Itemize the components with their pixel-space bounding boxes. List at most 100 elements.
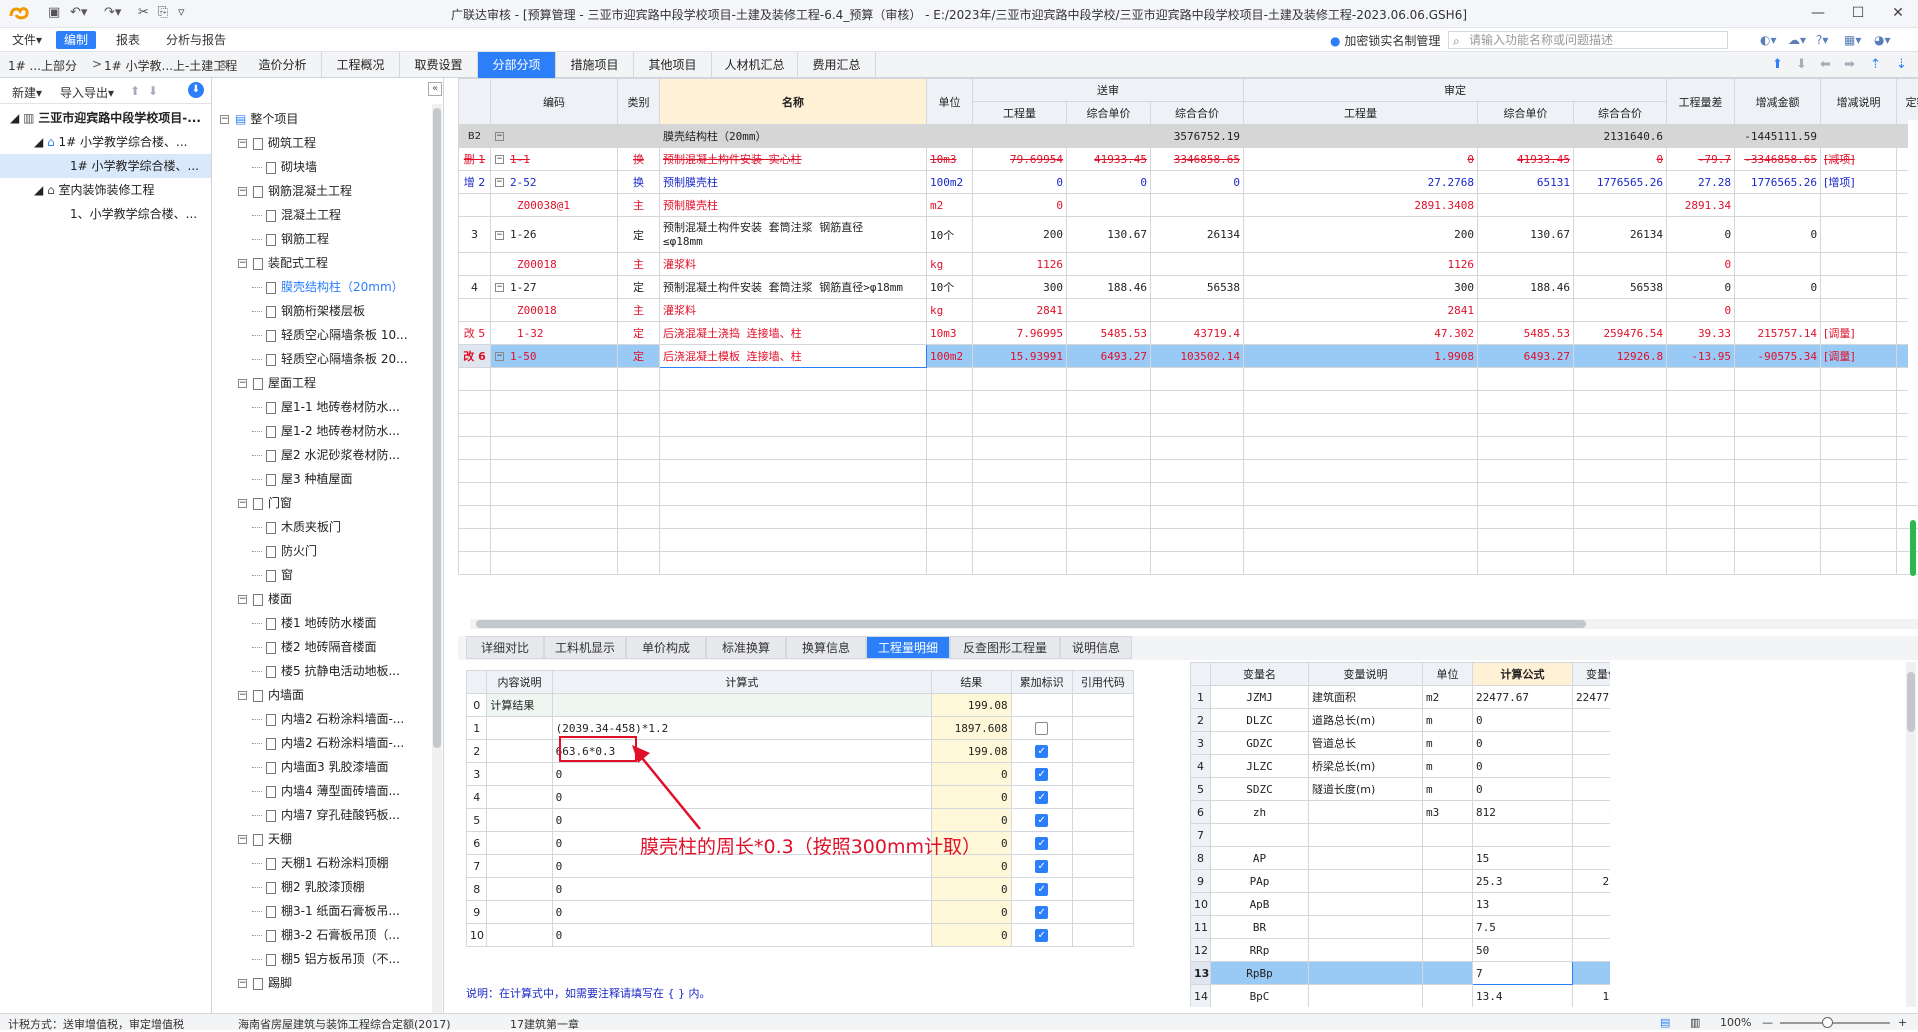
cell-a-price[interactable]: 130.67	[1478, 217, 1574, 253]
cell-name[interactable]: 灌浆料	[660, 299, 927, 322]
cell-note[interactable]	[1821, 125, 1897, 148]
accumulate-checkbox[interactable]	[1035, 722, 1048, 735]
calc-row[interactable]: 500✓	[467, 809, 1134, 832]
tab-reverse-graphic[interactable]: 反查图形工程量	[950, 636, 1060, 659]
calc-result[interactable]: 199.08	[932, 694, 1012, 717]
var-name[interactable]: BpC	[1211, 985, 1309, 1008]
var-name[interactable]: AP	[1211, 847, 1309, 870]
var-formula[interactable]: 0	[1473, 755, 1573, 778]
cell-qty-diff[interactable]: 27.28	[1667, 171, 1735, 194]
calc-formula[interactable]: 0	[552, 786, 931, 809]
var-desc[interactable]: 道路总长(m)	[1309, 709, 1423, 732]
calc-accum[interactable]: ✓	[1011, 901, 1072, 924]
tree-leaf[interactable]: 内墙2 石粉涂料墙面-...	[252, 732, 404, 754]
cell-amt-diff[interactable]: 215757.14	[1735, 322, 1821, 345]
var-value[interactable]: 22477.67	[1573, 686, 1611, 709]
cell-s-qty[interactable]: 79.69954	[973, 148, 1067, 171]
cell-note[interactable]: [增项]	[1821, 171, 1897, 194]
feature-search-input[interactable]: ⌕请输入功能名称或问题描述	[1448, 31, 1728, 49]
cell-s-total[interactable]	[1151, 299, 1244, 322]
cell-cat[interactable]: 换	[618, 148, 660, 171]
cell-a-qty[interactable]	[1244, 125, 1478, 148]
cell-cat[interactable]	[618, 125, 660, 148]
calc-result[interactable]: 0	[932, 809, 1012, 832]
cell-s-total[interactable]: 43719.4	[1151, 322, 1244, 345]
calc-row[interactable]: 800✓	[467, 878, 1134, 901]
var-unit[interactable]	[1423, 916, 1473, 939]
cell-qty-diff[interactable]: -79.7	[1667, 148, 1735, 171]
cell-a-total[interactable]	[1574, 194, 1667, 217]
variable-row[interactable]: 13RpBp77	[1191, 962, 1611, 985]
tree-leaf[interactable]: 内墙2 石粉涂料墙面-...	[252, 708, 404, 730]
var-desc[interactable]	[1309, 847, 1423, 870]
cell-cat[interactable]: 主	[618, 194, 660, 217]
var-formula[interactable]	[1473, 824, 1573, 847]
col-amount-diff-header[interactable]: 增减金额	[1735, 79, 1821, 125]
cell-a-qty[interactable]: 2891.3408	[1244, 194, 1478, 217]
var-formula[interactable]: 15	[1473, 847, 1573, 870]
cell-cat[interactable]: 定	[618, 345, 660, 368]
var-formula[interactable]: 812	[1473, 801, 1573, 824]
cell-s-price[interactable]	[1067, 299, 1151, 322]
calc-ref[interactable]	[1072, 717, 1133, 740]
cell-cat[interactable]: 换	[618, 171, 660, 194]
project-subunit-selected[interactable]: 1# 小学教学综合楼、...	[0, 154, 211, 178]
cell-code[interactable]: Z00018	[491, 253, 618, 276]
menu-file[interactable]: 文件▾	[4, 31, 50, 49]
variable-row[interactable]: 11BR7.57.5	[1191, 916, 1611, 939]
tab-detail-compare[interactable]: 详细对比	[466, 636, 544, 659]
cell-s-price[interactable]	[1067, 125, 1151, 148]
collapse-icon[interactable]: −	[238, 187, 247, 196]
tree-leaf[interactable]: 砌块墙	[252, 156, 317, 178]
cell-s-price[interactable]: 6493.27	[1067, 345, 1151, 368]
collapse-icon[interactable]: −	[238, 139, 247, 148]
calc-desc[interactable]	[487, 740, 552, 763]
cell-a-total[interactable]: 2131640.6	[1574, 125, 1667, 148]
variable-row[interactable]: 12RRp5050	[1191, 939, 1611, 962]
grid-vscroll[interactable]	[1908, 120, 1918, 500]
cell-note[interactable]	[1821, 276, 1897, 299]
calc-ref[interactable]	[1072, 901, 1133, 924]
collapse-icon[interactable]: −	[495, 155, 504, 164]
zoom-slider[interactable]	[1780, 1022, 1890, 1024]
tab-fee-settings[interactable]: 取费设置	[400, 52, 478, 78]
variable-row[interactable]: 5SDZC隧道长度(m)m00	[1191, 778, 1611, 801]
col-code-header[interactable]: 编码	[491, 79, 618, 125]
tab-labor-display[interactable]: 工料机显示	[544, 636, 626, 659]
cell-name[interactable]: 预制膜壳柱	[660, 171, 927, 194]
cell-a-price[interactable]	[1478, 253, 1574, 276]
tree-leaf[interactable]: 钢筋桁架楼层板	[252, 300, 365, 322]
tree-folder[interactable]: −屋面工程	[238, 372, 316, 394]
tab-quantity-detail[interactable]: 工程量明细	[866, 636, 950, 659]
var-formula[interactable]: 7	[1473, 962, 1573, 985]
cell-unit[interactable]: kg	[927, 253, 973, 276]
var-unit[interactable]	[1423, 962, 1473, 985]
var-desc[interactable]	[1309, 870, 1423, 893]
calc-row[interactable]: 400✓	[467, 786, 1134, 809]
tree-leaf[interactable]: 棚3-2 石膏板吊顶（...	[252, 924, 400, 946]
collapse-arrow-icon[interactable]: ◢	[34, 135, 43, 149]
cell-s-total[interactable]	[1151, 194, 1244, 217]
var-value[interactable]: 25.3	[1573, 870, 1611, 893]
collapse-arrow-icon[interactable]: ◢	[34, 183, 43, 197]
tab-conversion-info[interactable]: 换算信息	[786, 636, 866, 659]
cell-s-qty[interactable]: 1126	[973, 253, 1067, 276]
calc-accum[interactable]: ✓	[1011, 809, 1072, 832]
variable-row[interactable]: 4JLZC桥梁总长(m)m00	[1191, 755, 1611, 778]
cell-a-qty[interactable]: 47.302	[1244, 322, 1478, 345]
var-value[interactable]: 0	[1573, 709, 1611, 732]
cell-name[interactable]: 后浇混凝土浇捣 连接墙、柱	[660, 322, 927, 345]
cell-code[interactable]: −2-52	[491, 171, 618, 194]
var-name[interactable]: GDZC	[1211, 732, 1309, 755]
var-value[interactable]	[1573, 824, 1611, 847]
tree-leaf[interactable]: 膜壳结构柱（20mm）	[252, 276, 404, 298]
cell-unit[interactable]: 10个	[927, 276, 973, 299]
calc-ref[interactable]	[1072, 763, 1133, 786]
tree-root[interactable]: −▤整个项目	[220, 108, 298, 130]
tree-folder[interactable]: −楼面	[238, 588, 292, 610]
tree-leaf[interactable]: 棚3-1 纸面石膏板吊...	[252, 900, 400, 922]
cell-s-qty[interactable]: 200	[973, 217, 1067, 253]
cell-a-total[interactable]: 259476.54	[1574, 322, 1667, 345]
col-approved-total-header[interactable]: 综合合价	[1574, 102, 1667, 125]
cell-a-price[interactable]	[1478, 299, 1574, 322]
